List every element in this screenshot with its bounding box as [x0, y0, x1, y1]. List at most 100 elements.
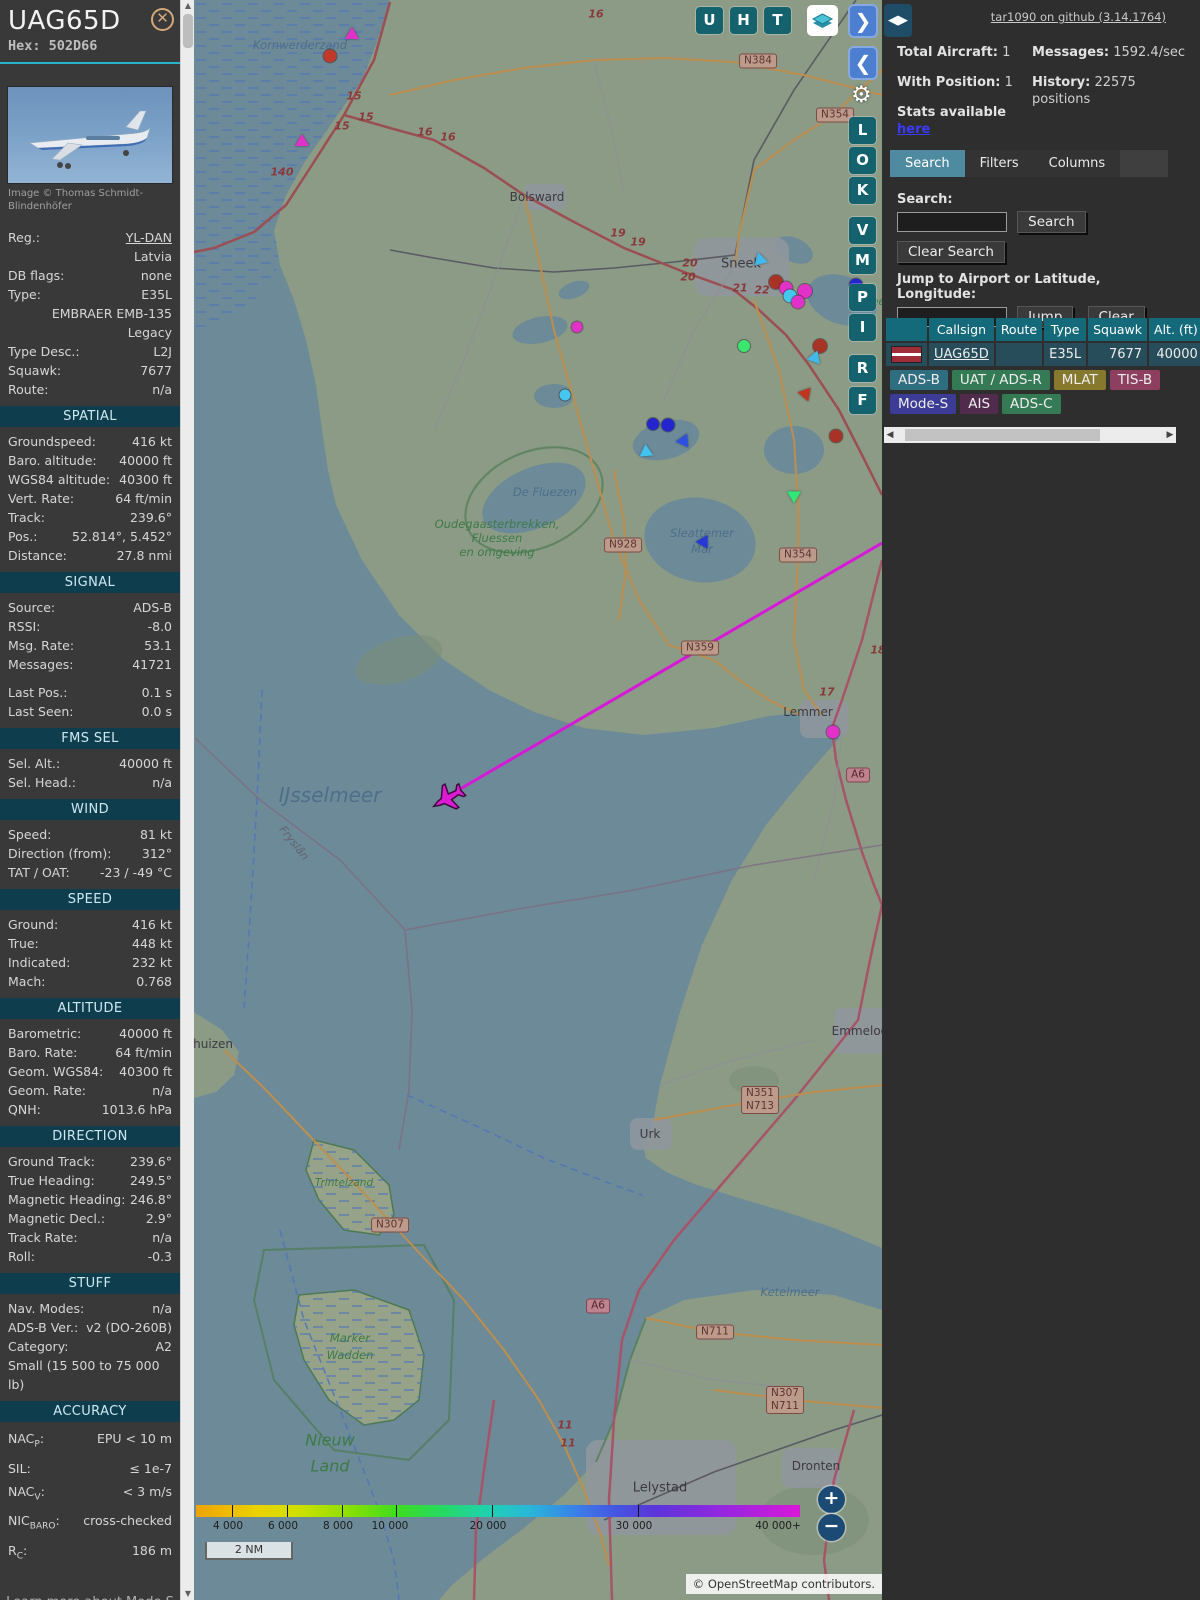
data-row-value: 246.8° — [125, 1190, 172, 1209]
aircraft-marker[interactable] — [572, 322, 583, 333]
scrollbar-thumb[interactable] — [183, 14, 193, 48]
search-button[interactable]: Search — [1017, 211, 1085, 233]
callsign-link[interactable]: UAG65D — [934, 347, 989, 362]
section-header: SPATIAL — [0, 406, 180, 427]
map-button-u[interactable]: U — [696, 7, 723, 34]
table-cell[interactable]: 40000 — [1149, 343, 1200, 366]
aircraft-marker[interactable] — [560, 390, 571, 401]
tab-filters[interactable]: Filters — [965, 150, 1034, 177]
table-cell[interactable]: 7677 — [1088, 343, 1147, 366]
data-row-value: 0.1 s — [67, 683, 172, 702]
zoom-in-button[interactable]: + — [818, 1486, 845, 1513]
table-cell[interactable] — [886, 343, 927, 366]
road-number-label: 16 — [417, 126, 432, 139]
table-cell[interactable]: E35L — [1044, 343, 1086, 366]
map-button-m[interactable]: M — [849, 247, 876, 274]
aircraft-marker[interactable] — [662, 419, 675, 432]
table-horizontal-scrollbar[interactable]: ◀ ▶ — [884, 427, 1176, 443]
aircraft-marker[interactable] — [647, 418, 659, 430]
map-scale: 2 NM — [205, 1542, 293, 1560]
data-row-label: Magnetic Heading: — [8, 1190, 125, 1209]
badge-mlat[interactable]: MLAT — [1054, 370, 1106, 390]
map-button-l[interactable]: L — [849, 117, 876, 144]
map[interactable]: KornwerderzandBolswardSneekSneekermeerDe… — [194, 0, 882, 1600]
aircraft-photo[interactable] — [7, 86, 173, 184]
map-button-h[interactable]: H — [730, 7, 757, 34]
map-button-k[interactable]: K — [849, 177, 876, 204]
aircraft-marker[interactable] — [792, 296, 805, 309]
road-badge: N354 — [779, 548, 817, 563]
sidebar-tabs: SearchFiltersColumns — [890, 150, 1168, 177]
badge-ads-c[interactable]: ADS-C — [1002, 394, 1061, 414]
github-version-link[interactable]: tar1090 on github (3.14.1764) — [991, 10, 1166, 24]
data-row: Magnetic Heading:246.8° — [0, 1190, 180, 1209]
table-cell[interactable]: UAG65D — [929, 343, 994, 366]
scroll-down-icon[interactable]: ▼ — [181, 1588, 195, 1600]
map-button-v[interactable]: V — [849, 217, 876, 244]
road-number-label: 16 — [440, 131, 455, 144]
badge-mode-s[interactable]: Mode-S — [890, 394, 956, 414]
panel-collapse-button[interactable]: ❮ — [848, 46, 878, 80]
aircraft-marker[interactable] — [827, 726, 840, 739]
clear-search-button[interactable]: Clear Search — [897, 241, 1005, 263]
aircraft-marker[interactable] — [830, 430, 843, 443]
column-header[interactable]: Type — [1044, 318, 1086, 341]
aircraft-marker[interactable] — [295, 134, 309, 146]
aircraft-marker[interactable] — [738, 340, 750, 352]
aircraft-table[interactable]: CallsignRouteTypeSquawkAlt. (ft)Spd.UAG6… — [884, 316, 1200, 368]
data-row-label: Roll: — [8, 1247, 35, 1266]
column-header[interactable]: Route — [996, 318, 1042, 341]
close-icon[interactable]: ✕ — [151, 8, 174, 31]
tab-columns[interactable]: Columns — [1034, 150, 1121, 177]
map-attribution[interactable]: © OpenStreetMap contributors. — [686, 1574, 882, 1594]
history-stat: History: 22575 positions — [1032, 74, 1187, 108]
scroll-up-icon[interactable]: ▲ — [181, 0, 195, 12]
data-row-label: Last Seen: — [8, 702, 73, 721]
badge-tis-b[interactable]: TIS-B — [1110, 370, 1160, 390]
aircraft-marker[interactable] — [638, 443, 653, 456]
table-cell[interactable] — [996, 343, 1042, 366]
data-row: Type Desc.:L2J — [0, 342, 180, 361]
scroll-left-icon[interactable]: ◀ — [884, 427, 896, 443]
column-header[interactable]: Callsign — [929, 318, 994, 341]
data-row: Sel. Head.:n/a — [0, 773, 180, 792]
altitude-legend-bar — [196, 1505, 800, 1517]
aircraft-marker[interactable] — [345, 27, 359, 39]
map-button-r[interactable]: R — [849, 355, 876, 382]
data-row-value: -23 / -49 °C — [70, 863, 172, 882]
data-row-label: Pos.: — [8, 527, 37, 546]
layers-button[interactable] — [807, 5, 838, 36]
map-button-t[interactable]: T — [764, 7, 791, 34]
sidebar-toggle-button[interactable]: ◀▶ — [884, 4, 912, 37]
map-button-p[interactable]: P — [849, 284, 876, 311]
route-panel-open-button[interactable]: ❯ — [848, 4, 878, 38]
column-header[interactable] — [886, 318, 927, 341]
legend-altitude-label: 4 000 — [213, 1520, 243, 1532]
hscrollbar-thumb[interactable] — [905, 429, 1100, 441]
badge-ads-b[interactable]: ADS-B — [890, 370, 948, 390]
data-row-label: NACV: — [8, 1480, 45, 1510]
left-panel-scrollbar[interactable]: ▲ ▼ — [180, 0, 195, 1600]
data-row-value: 7677 — [61, 361, 172, 380]
data-row-value[interactable]: YL-DAN — [40, 228, 172, 247]
search-input[interactable] — [897, 212, 1007, 232]
data-row-value: v2 (DO-260B) — [78, 1318, 172, 1337]
tab-search[interactable]: Search — [890, 150, 965, 177]
map-button-f[interactable]: F — [849, 387, 876, 414]
map-button-o[interactable]: O — [849, 147, 876, 174]
aircraft-marker[interactable] — [324, 50, 337, 63]
road-badge: N384 — [739, 54, 777, 69]
badge-uat-ads-r[interactable]: UAT / ADS-R — [952, 370, 1050, 390]
map-button-i[interactable]: I — [849, 314, 876, 341]
stats-here-link[interactable]: here — [897, 122, 930, 137]
badge-ais[interactable]: AIS — [960, 394, 998, 414]
data-row-label: Category: — [8, 1337, 68, 1356]
zoom-out-button[interactable]: − — [818, 1514, 845, 1541]
aircraft-table-row[interactable]: UAG65D E35L767740000 — [886, 343, 1200, 366]
scroll-right-icon[interactable]: ▶ — [1164, 427, 1176, 443]
data-row-value: 0.768 — [45, 972, 172, 991]
gear-icon[interactable]: ⚙ — [851, 82, 872, 108]
column-header[interactable]: Squawk — [1088, 318, 1147, 341]
aircraft-marker[interactable] — [787, 491, 801, 503]
column-header[interactable]: Alt. (ft) — [1149, 318, 1200, 341]
